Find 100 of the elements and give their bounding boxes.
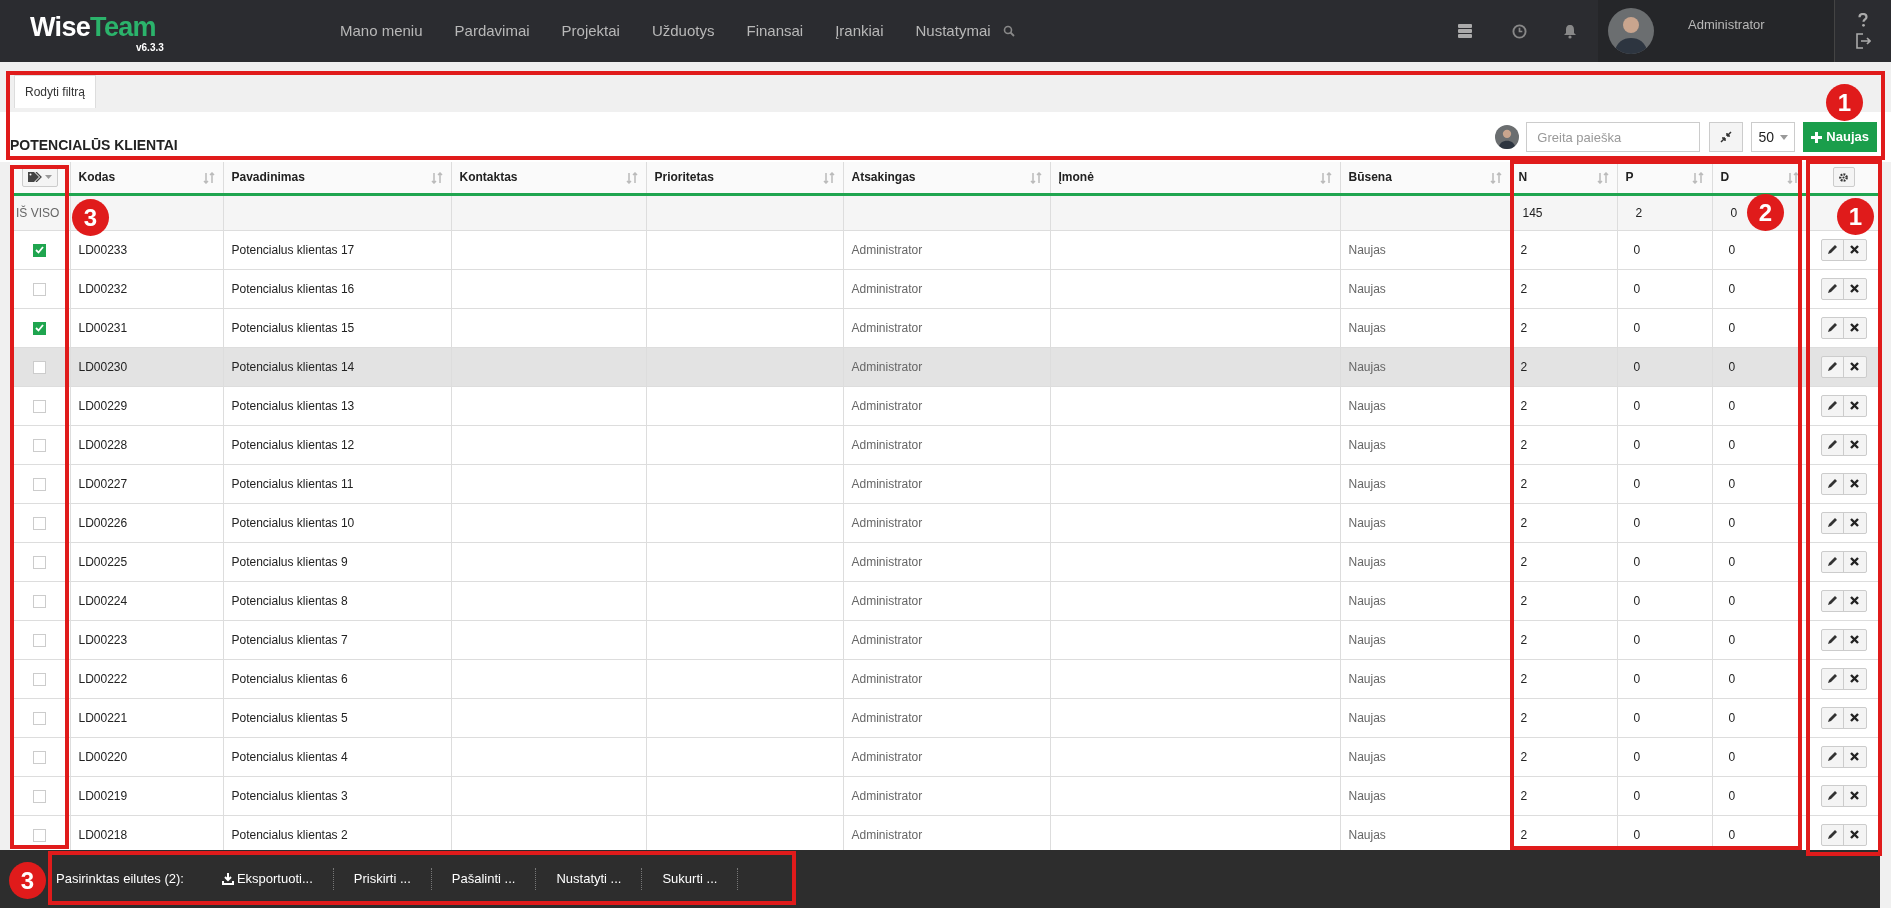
column-header[interactable]: Kontaktas xyxy=(459,170,518,185)
checkbox[interactable] xyxy=(33,438,47,452)
column-header[interactable]: Būsena xyxy=(1348,170,1392,185)
nav-link[interactable]: Projektai xyxy=(561,19,620,43)
search-field[interactable]: Greita paieška xyxy=(1526,122,1701,152)
table-cell: Potencialus klientas 12 xyxy=(231,437,355,452)
table-cell: 2 xyxy=(1635,205,1643,220)
gear-icon xyxy=(1838,171,1850,183)
table-cell: Administrator xyxy=(851,593,923,608)
table-cell: Naujas xyxy=(1348,437,1386,452)
checkbox[interactable] xyxy=(33,243,47,257)
help-icon[interactable] xyxy=(1858,13,1868,27)
table-cell: LD00233 xyxy=(78,242,128,257)
nav-link[interactable]: Užduotys xyxy=(651,19,715,43)
close-icon xyxy=(1850,791,1860,800)
table-cell: 0 xyxy=(1728,359,1736,374)
table-cell: Naujas xyxy=(1348,632,1386,647)
column-header[interactable]: Atsakingas xyxy=(851,170,916,185)
column-header[interactable]: Kodas xyxy=(78,170,116,185)
table-cell: 0 xyxy=(1633,281,1641,296)
action-button[interactable]: Eksportuoti... xyxy=(201,868,334,890)
checkbox[interactable] xyxy=(33,789,47,803)
table-cell: 0 xyxy=(1633,242,1641,257)
avatar[interactable] xyxy=(1495,125,1520,149)
avatar[interactable] xyxy=(1608,8,1654,54)
table-cell: 0 xyxy=(1633,320,1641,335)
close-icon xyxy=(1850,323,1860,332)
table-cell: Naujas xyxy=(1348,710,1386,725)
table-cell: Potencialus klientas 5 xyxy=(231,710,348,725)
column-header[interactable]: N xyxy=(1518,170,1528,185)
table-cell: Naujas xyxy=(1348,593,1386,608)
table-cell: 2 xyxy=(1520,632,1528,647)
checkbox[interactable] xyxy=(33,672,47,686)
close-icon xyxy=(1850,440,1860,449)
column-header[interactable]: D xyxy=(1720,170,1730,185)
checkbox[interactable] xyxy=(33,477,47,491)
nav-link[interactable]: Įrankiai xyxy=(835,19,884,43)
pencil-icon xyxy=(1826,439,1838,450)
checkbox[interactable] xyxy=(33,360,47,374)
checkbox[interactable] xyxy=(33,321,47,335)
table-cell: LD00219 xyxy=(78,788,128,803)
table-cell: Potencialus klientas 2 xyxy=(231,827,348,842)
nav-link[interactable]: Pardavimai xyxy=(454,19,530,43)
search-icon[interactable] xyxy=(1002,25,1015,37)
table-cell: LD00229 xyxy=(78,398,128,413)
logo[interactable]: WiseTeam xyxy=(30,14,156,41)
nav-link[interactable]: Mano meniu xyxy=(340,19,423,43)
close-icon xyxy=(1850,245,1860,254)
table-cell: Naujas xyxy=(1348,671,1386,686)
table-cell: Potencialus klientas 15 xyxy=(231,320,355,335)
clock-icon[interactable] xyxy=(1512,23,1527,39)
table-cell: 0 xyxy=(1633,554,1641,569)
action-button[interactable]: Nustatyti ... xyxy=(536,868,643,890)
table-cell: Potencialus klientas 4 xyxy=(231,749,348,764)
table-cell: 2 xyxy=(1520,671,1528,686)
action-button[interactable]: Pašalinti ... xyxy=(431,868,537,890)
table-cell: Naujas xyxy=(1348,398,1386,413)
nav-link[interactable]: Finansai xyxy=(746,19,804,43)
bell-icon[interactable] xyxy=(1563,23,1577,39)
checkbox[interactable] xyxy=(33,282,47,296)
table-cell: Administrator xyxy=(851,710,923,725)
table-cell: Administrator xyxy=(851,281,923,296)
close-icon xyxy=(1850,635,1860,644)
checkbox[interactable] xyxy=(33,555,47,569)
checkbox[interactable] xyxy=(33,594,47,608)
user-name[interactable]: Administrator xyxy=(1688,15,1765,35)
checkbox[interactable] xyxy=(33,516,47,530)
table-cell: 2 xyxy=(1520,320,1528,335)
checkbox[interactable] xyxy=(33,633,47,647)
filter-tab[interactable]: Rodyti filtrą xyxy=(14,75,97,108)
page-size-select[interactable]: 50 xyxy=(1751,122,1796,152)
table-cell: Administrator xyxy=(851,320,923,335)
caret-icon xyxy=(44,175,52,180)
table-cell: Potencialus klientas 9 xyxy=(231,554,348,569)
table-cell: 0 xyxy=(1633,476,1641,491)
table-cell: Administrator xyxy=(851,749,923,764)
column-header[interactable]: P xyxy=(1625,170,1634,185)
table-cell: 0 xyxy=(1728,788,1736,803)
settings-button[interactable] xyxy=(1832,167,1855,187)
server-icon[interactable] xyxy=(1458,24,1472,38)
pencil-icon xyxy=(1826,634,1838,645)
logout-icon[interactable] xyxy=(1855,33,1871,49)
action-button[interactable]: Sukurti ... xyxy=(642,868,739,890)
close-icon xyxy=(1850,713,1860,722)
checkbox[interactable] xyxy=(33,828,47,842)
table-cell: 0 xyxy=(1633,437,1641,452)
column-header[interactable]: Prioritetas xyxy=(654,170,714,185)
checkbox[interactable] xyxy=(33,711,47,725)
collapse-button[interactable] xyxy=(1709,122,1744,152)
table-cell: LD00232 xyxy=(78,281,128,296)
close-icon xyxy=(1850,557,1860,566)
nav-link[interactable]: Nustatymai xyxy=(915,19,991,43)
table-cell: 0 xyxy=(1728,476,1736,491)
action-button[interactable]: Priskirti ... xyxy=(333,868,432,890)
checkbox[interactable] xyxy=(33,399,47,413)
checkbox[interactable] xyxy=(33,750,47,764)
sort-icon[interactable] xyxy=(1786,172,1799,184)
tag-filter-button[interactable] xyxy=(21,167,58,188)
column-header[interactable]: Įmonė xyxy=(1058,170,1094,185)
column-header[interactable]: Pavadinimas xyxy=(231,170,305,185)
